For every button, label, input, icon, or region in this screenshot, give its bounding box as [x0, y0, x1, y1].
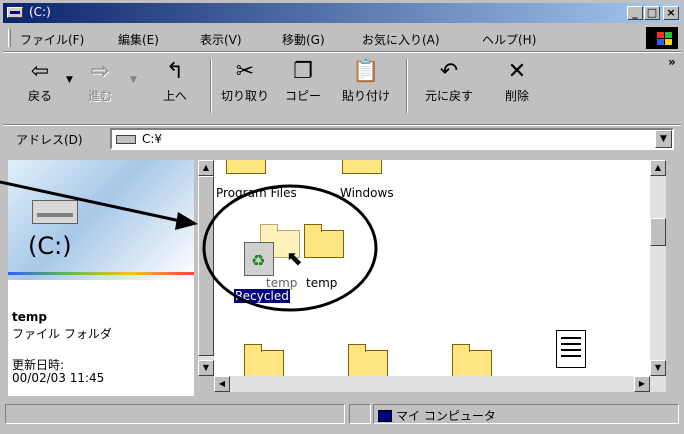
paste-button[interactable]: 📋 貼り付け — [334, 57, 398, 115]
address-input[interactable]: C:¥ ▼ — [110, 128, 674, 150]
scroll-down-icon[interactable]: ▼ — [650, 360, 666, 376]
mouse-cursor-icon: ⬉ — [286, 246, 303, 270]
back-arrow-icon: ⇦ — [30, 59, 50, 84]
drive-icon — [7, 7, 23, 18]
folder-icon[interactable] — [244, 344, 284, 376]
forward-dropdown-icon[interactable]: ▼ — [130, 75, 137, 85]
copy-button[interactable]: ❐ コピー — [278, 57, 328, 115]
clipboard-icon: 📋 — [352, 59, 380, 84]
file-recycled[interactable]: Recycled — [234, 289, 290, 303]
windows-logo-icon — [646, 27, 678, 49]
window-title: (C:) — [29, 5, 51, 19]
web-view-pane: (C:) temp ファイル フォルダ 更新日時: 00/02/03 11:45 — [8, 160, 194, 396]
menu-file[interactable]: ファイル(F) — [20, 31, 84, 48]
minimize-button[interactable]: _ — [627, 6, 643, 20]
text-file-icon[interactable] — [556, 330, 586, 368]
up-button[interactable]: ↰ 上へ — [150, 57, 200, 115]
scroll-thumb[interactable] — [650, 218, 666, 246]
file-temp[interactable]: temp — [306, 276, 337, 290]
toolbar: ⇦ 戻る ▼ ⇨ 進む ▼ ↰ 上へ ✂ 切り取り ❐ コピー 📋 貼り付け ↶… — [6, 53, 678, 123]
folder-icon[interactable] — [342, 160, 382, 174]
address-value: C:¥ — [142, 132, 163, 146]
undo-button[interactable]: ↶ 元に戻す — [414, 57, 484, 115]
file-list-vertical-scrollbar[interactable]: ▲ ▼ — [650, 160, 666, 376]
address-bar: アドレス(D) C:¥ ▼ — [6, 126, 678, 152]
drive-icon — [32, 200, 78, 224]
modified-date: 00/02/03 11:45 — [12, 371, 105, 385]
scroll-left-icon[interactable]: ◀ — [214, 376, 230, 392]
selected-item-type: ファイル フォルダ — [12, 327, 112, 341]
folder-icon[interactable] — [226, 160, 266, 174]
dragging-folder-label: temp — [266, 276, 298, 290]
menu-edit[interactable]: 編集(E) — [118, 31, 159, 48]
address-label: アドレス(D) — [16, 133, 83, 147]
toolbar-more-chevron-icon[interactable]: » — [668, 55, 676, 69]
scroll-up-icon[interactable]: ▲ — [650, 160, 666, 176]
toolbar-separator — [210, 59, 212, 113]
file-program-files[interactable]: Program Files — [216, 186, 297, 200]
toolbar-separator — [406, 59, 408, 113]
menu-favorites[interactable]: お気に入り(A) — [362, 31, 440, 48]
drive-icon — [116, 135, 136, 144]
maximize-button[interactable]: □ — [644, 6, 660, 20]
delete-x-icon: ✕ — [507, 59, 527, 84]
selected-item-name: temp — [12, 310, 47, 324]
left-pane-scrollbar[interactable]: ▲ ▼ — [198, 160, 214, 376]
scroll-thumb[interactable] — [198, 176, 214, 356]
up-folder-icon: ↰ — [165, 59, 185, 84]
file-windows[interactable]: Windows — [340, 186, 394, 200]
file-list-horizontal-scrollbar[interactable]: ◀ ▶ — [214, 376, 666, 392]
status-text — [5, 404, 345, 424]
scroll-down-icon[interactable]: ▼ — [198, 360, 214, 376]
cut-button[interactable]: ✂ 切り取り — [216, 57, 274, 115]
scroll-right-icon[interactable]: ▶ — [634, 376, 650, 392]
back-dropdown-icon[interactable]: ▼ — [66, 75, 73, 85]
menu-help[interactable]: ヘルプ(H) — [482, 31, 536, 48]
computer-icon — [378, 410, 392, 422]
folder-icon[interactable] — [452, 344, 492, 376]
title-bar[interactable]: (C:) _ □ × — [3, 3, 681, 23]
folder-icon[interactable] — [304, 224, 344, 258]
menu-view[interactable]: 表示(V) — [200, 31, 242, 48]
menu-bar: ファイル(F) 編集(E) 表示(V) 移動(G) お気に入り(A) ヘルプ(H… — [6, 27, 678, 49]
rainbow-divider — [8, 272, 194, 275]
status-bar: マイ コンピュータ — [3, 404, 681, 426]
menu-grip[interactable] — [8, 29, 11, 47]
undo-icon: ↶ — [439, 59, 459, 84]
close-button[interactable]: × — [663, 6, 679, 20]
address-dropdown-icon[interactable]: ▼ — [655, 130, 672, 148]
delete-button[interactable]: ✕ 削除 — [492, 57, 542, 115]
explorer-window: (C:) _ □ × ファイル(F) 編集(E) 表示(V) 移動(G) お気に… — [0, 0, 684, 434]
file-list: Program Files Windows ♻ temp temp Recycl… — [214, 160, 650, 376]
folder-icon[interactable] — [348, 344, 388, 376]
scroll-up-icon[interactable]: ▲ — [198, 160, 214, 176]
forward-arrow-icon: ⇨ — [90, 59, 110, 84]
back-button[interactable]: ⇦ 戻る — [20, 57, 60, 115]
pane-title: (C:) — [28, 232, 72, 260]
status-cell — [349, 404, 371, 424]
copy-icon: ❐ — [293, 59, 313, 84]
recycle-bin-icon[interactable]: ♻ — [244, 242, 274, 276]
menu-go[interactable]: 移動(G) — [282, 31, 325, 48]
forward-button[interactable]: ⇨ 進む — [76, 57, 124, 115]
scissors-icon: ✂ — [235, 59, 255, 84]
status-zone: マイ コンピュータ — [373, 404, 679, 424]
